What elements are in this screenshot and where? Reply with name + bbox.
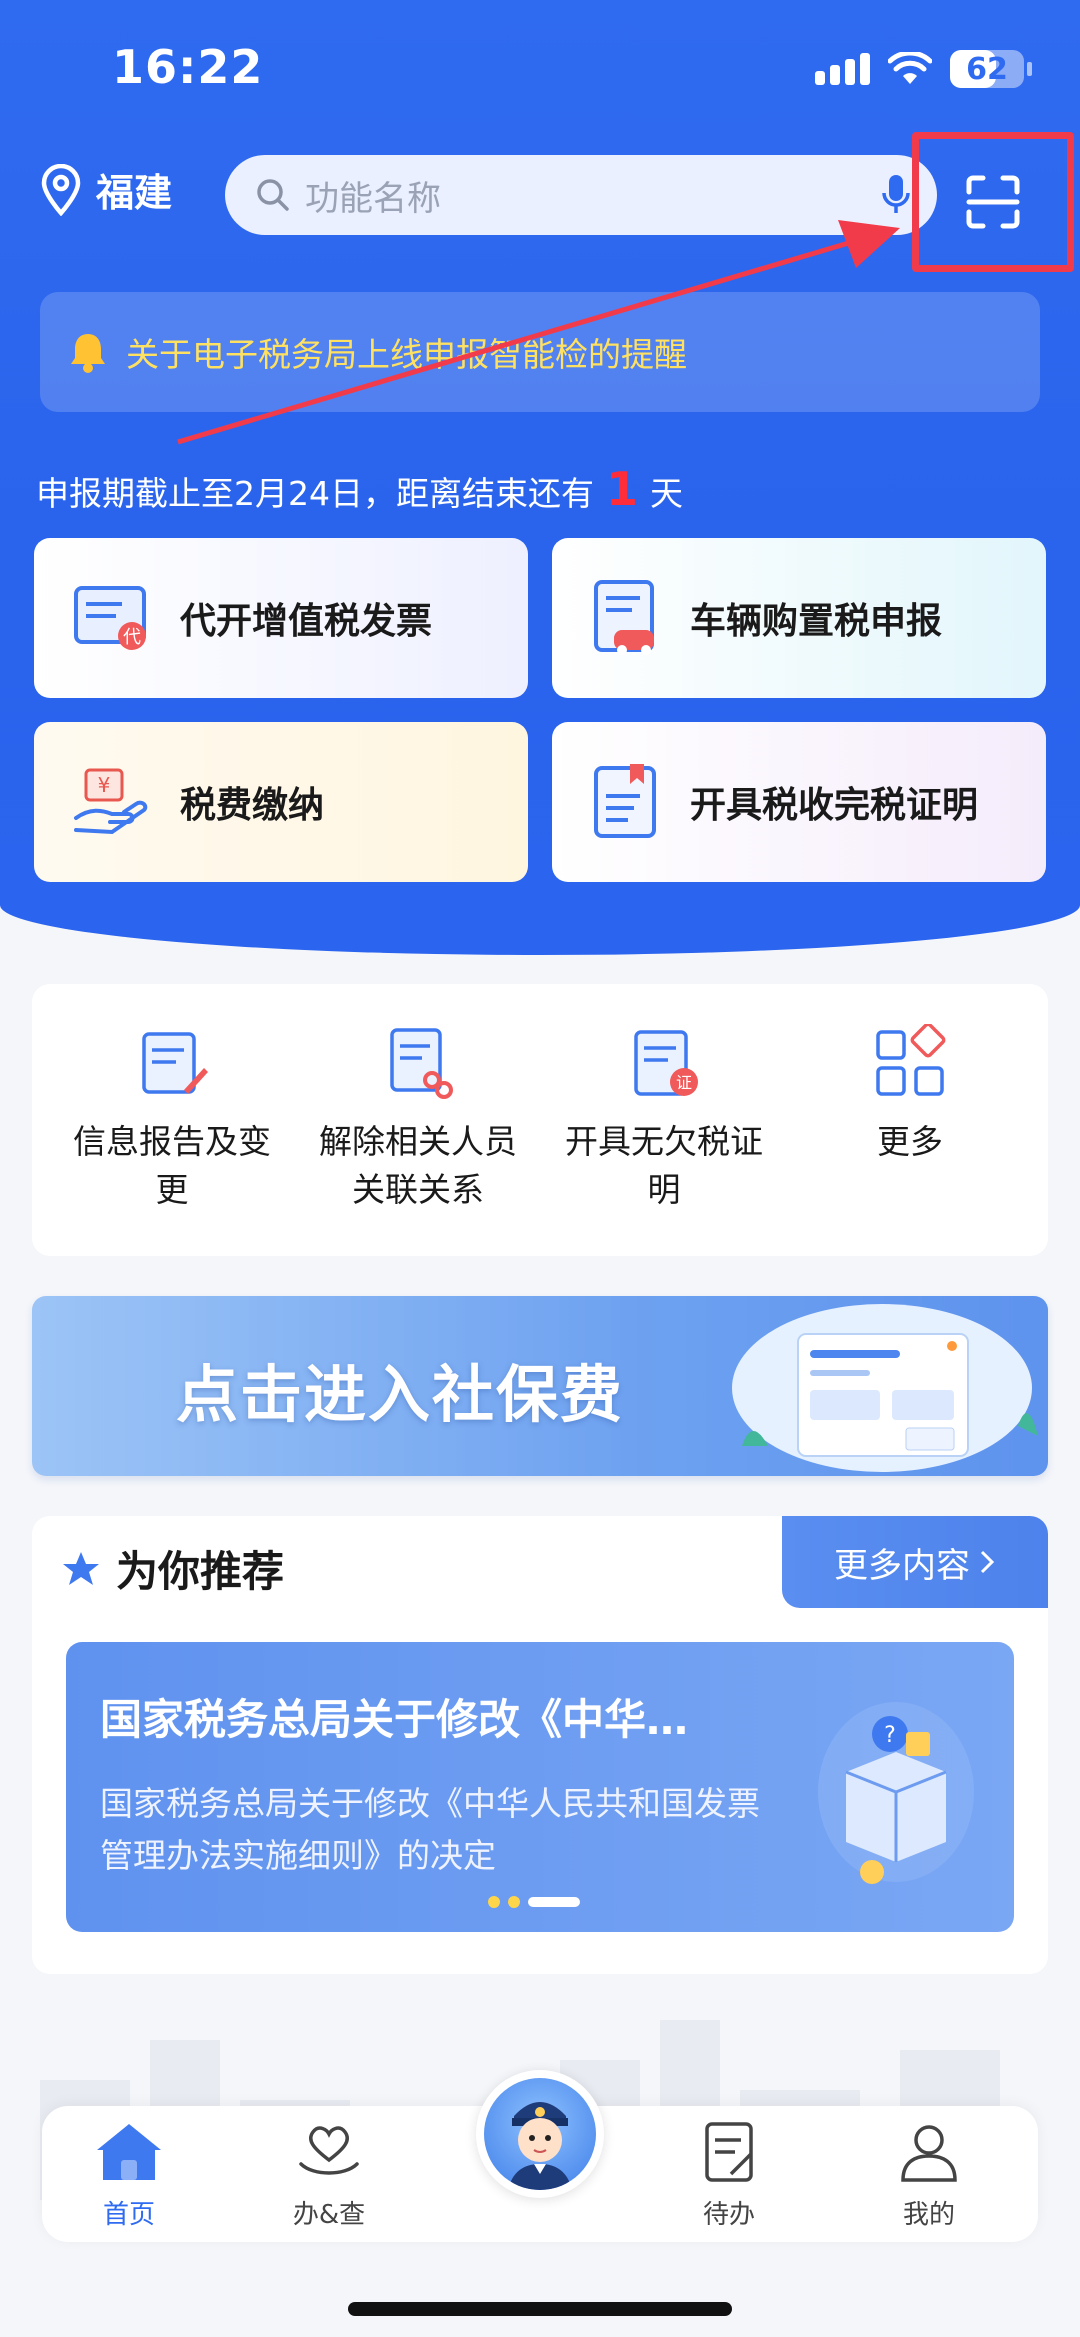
- tab-home[interactable]: 首页: [64, 2120, 194, 2231]
- tab-label: 办&查: [292, 2200, 366, 2230]
- tab-label: 我的: [902, 2200, 955, 2230]
- card-vat-invoice[interactable]: 代 代开增值税发票: [34, 538, 528, 698]
- tax-payment-icon: ¥: [74, 768, 148, 835]
- grid-label: 更多: [877, 1122, 943, 1161]
- status-time: 16:22: [112, 40, 264, 94]
- recommend-card-body: 国家税务总局关于修改《中华人民共和国发票管理办法实施细则》的决定: [100, 1784, 760, 1875]
- signal-icon: [815, 53, 870, 85]
- svg-text:证: 证: [676, 1073, 692, 1092]
- card-vehicle-tax[interactable]: 车辆购置税申报: [552, 538, 1046, 698]
- search-input[interactable]: 功能名称: [225, 155, 937, 235]
- no-arrears-icon: 证: [634, 1030, 698, 1096]
- card-label: 开具税收完税证明: [690, 785, 979, 826]
- location-selector[interactable]: 福建: [40, 162, 172, 217]
- search-placeholder: 功能名称: [305, 178, 441, 219]
- bell-icon: [71, 334, 105, 373]
- scan-icon: [966, 175, 1020, 229]
- tab-todo[interactable]: 待办: [664, 2120, 794, 2231]
- grid-item-no-arrears[interactable]: 证 开具无欠税证明: [554, 1014, 774, 1214]
- scan-button[interactable]: [912, 132, 1074, 272]
- notice-text: 关于电子税务局上线申报智能检的提醒: [126, 335, 687, 374]
- deadline-prefix: 申报期截止至2月24日，距离结束还有: [36, 474, 594, 513]
- microphone-icon[interactable]: [881, 173, 911, 217]
- battery-icon: 62: [950, 50, 1024, 88]
- location-label: 福建: [96, 171, 173, 215]
- home-icon: [97, 2124, 161, 2180]
- social-security-banner[interactable]: 点击进入社保费: [32, 1296, 1048, 1476]
- tab-label: 首页: [102, 2200, 155, 2230]
- recommend-panel: 为你推荐 更多内容 国家税务总局关于修改《中华… 国家税务总局关于修改《中华人民…: [32, 1516, 1048, 1974]
- search-icon: [257, 179, 289, 211]
- svg-text:?: ?: [884, 1723, 896, 1748]
- grid-label: 解除相关人员关联关系: [319, 1122, 517, 1209]
- more-grid-icon: [876, 1022, 946, 1096]
- card-label: 税费缴纳: [180, 785, 325, 826]
- grid-label: 信息报告及变更: [73, 1122, 271, 1209]
- avatar: [484, 2078, 596, 2190]
- card-tax-certificate[interactable]: 开具税收完税证明: [552, 722, 1046, 882]
- grid-item-more[interactable]: 更多: [800, 1014, 1020, 1166]
- notice-banner[interactable]: 关于电子税务局上线申报智能检的提醒: [40, 292, 1040, 412]
- todo-icon: [705, 2122, 753, 2182]
- recommend-header: 为你推荐: [62, 1538, 284, 1599]
- card-label: 车辆购置税申报: [690, 601, 943, 642]
- wifi-icon: [888, 52, 932, 84]
- document-illustration-icon: [732, 1304, 1038, 1472]
- battery-level: 62: [966, 51, 1008, 87]
- assistant-avatar-button[interactable]: [476, 2070, 604, 2198]
- recommend-title: 为你推荐: [116, 1547, 285, 1596]
- carousel-dots: [488, 1896, 580, 1908]
- grid-item-unlink[interactable]: 解除相关人员关联关系: [308, 1014, 528, 1214]
- document-box-icon: ?: [818, 1702, 974, 1884]
- vehicle-tax-icon: [594, 580, 654, 655]
- card-label: 代开增值税发票: [180, 601, 433, 642]
- svg-text:代: 代: [123, 627, 141, 648]
- quick-services-panel: 信息报告及变更 解除相关人员关联关系 证 开具无欠税证明 更多: [32, 984, 1048, 1256]
- unlink-icon: [390, 1028, 453, 1099]
- deadline-info: 申报期截止至2月24日，距离结束还有 1 天: [36, 462, 683, 516]
- star-icon: [63, 1551, 99, 1585]
- svg-text:¥: ¥: [98, 773, 111, 797]
- info-report-icon: [142, 1032, 208, 1094]
- deadline-days: 1: [606, 462, 639, 516]
- user-icon: [901, 2125, 957, 2182]
- heart-hand-icon: [299, 2126, 359, 2175]
- more-content-button[interactable]: 更多内容: [782, 1516, 1048, 1608]
- tab-label: 待办: [702, 2200, 755, 2230]
- tax-certificate-icon: [594, 764, 656, 838]
- invoice-icon: 代: [74, 586, 146, 650]
- more-content-label: 更多内容: [834, 1545, 970, 1586]
- banner-text: 点击进入社保费: [176, 1358, 625, 1431]
- card-tax-payment[interactable]: ¥ 税费缴纳: [34, 722, 528, 882]
- deadline-suffix: 天: [650, 474, 684, 513]
- grid-label: 开具无欠税证明: [565, 1122, 763, 1209]
- tab-handle-query[interactable]: 办&查: [264, 2120, 394, 2231]
- location-pin-icon: [41, 163, 81, 216]
- status-bar: 16:22 62: [0, 0, 1080, 140]
- recommend-card-title: 国家税务总局关于修改《中华…: [100, 1695, 689, 1744]
- home-indicator: [348, 2302, 732, 2316]
- status-icons: 62: [815, 50, 1032, 88]
- chevron-right-icon: [980, 1550, 995, 1574]
- recommend-card[interactable]: 国家税务总局关于修改《中华… 国家税务总局关于修改《中华人民共和国发票管理办法实…: [66, 1642, 1014, 1932]
- top-bar: 福建 功能名称: [0, 132, 1080, 272]
- tax-officer-avatar-icon: [508, 2102, 572, 2190]
- grid-item-info-report[interactable]: 信息报告及变更: [62, 1014, 282, 1214]
- tab-mine[interactable]: 我的: [864, 2120, 994, 2231]
